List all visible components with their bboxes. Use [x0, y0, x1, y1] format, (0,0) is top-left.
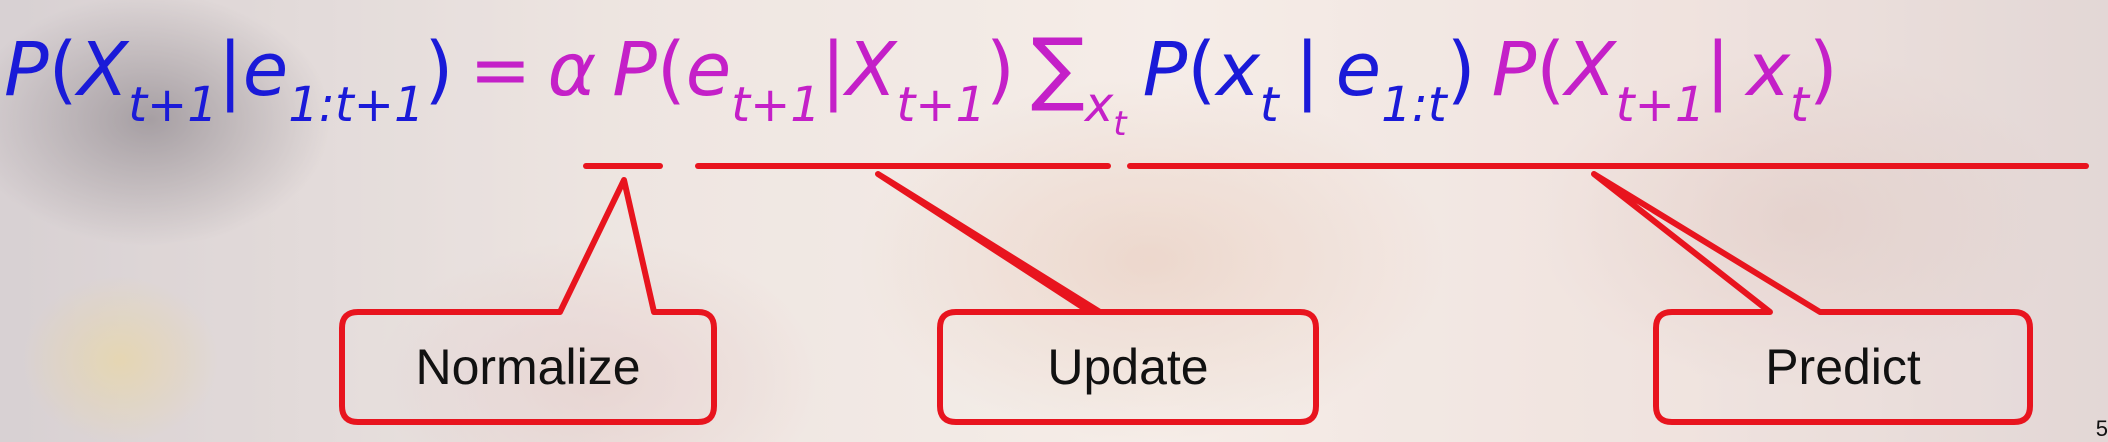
update-label: Update: [1047, 339, 1209, 395]
predict-label: Predict: [1765, 339, 1921, 395]
normalize-label: Normalize: [415, 339, 641, 395]
page-number: 5: [2095, 416, 2108, 441]
slide: P(Xt+1|e1:t+1) = α P(et+1|Xt+1) ∑xtP(xt | e1:t…: [0, 0, 2108, 442]
